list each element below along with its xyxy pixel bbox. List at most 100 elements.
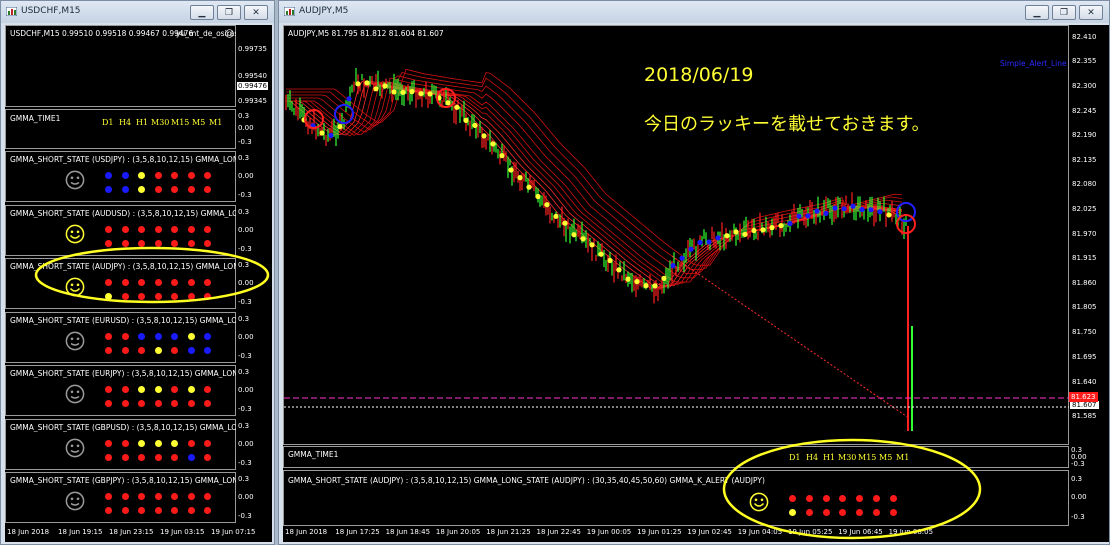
close-button[interactable]: ✕ (1079, 5, 1103, 20)
axis-label: -0.3 (1071, 513, 1085, 521)
gmma-time-title: GMMA_TIME1 (10, 114, 61, 123)
state-dot (121, 400, 129, 407)
gmma-marker (859, 206, 865, 213)
state-dot (187, 493, 195, 500)
state-dot (171, 453, 178, 461)
time-label: 18 Jun 21:25 (486, 528, 531, 536)
gmma-marker (598, 251, 604, 257)
price-label: 81.750 (1072, 328, 1097, 336)
restore-button[interactable]: ❐ (217, 5, 241, 20)
gmma-marker (661, 275, 667, 281)
time-label: 19 Jun 00:05 (586, 528, 632, 536)
gmma-marker (823, 210, 829, 216)
pair-state-panel[interactable]: GMMA_SHORT_STATE (GBPJPY) : (3,5,8,10,12… (5, 472, 236, 523)
minimize-button[interactable]: ▁ (190, 5, 214, 20)
state-dot (138, 453, 145, 461)
state-dot (204, 386, 211, 393)
minimize-icon: ▁ (198, 8, 206, 18)
state-dot (171, 400, 178, 407)
gmma-marker (589, 242, 595, 248)
minimize-button[interactable]: ▁ (1025, 5, 1049, 20)
gmma-marker (652, 283, 658, 289)
gmma-marker (670, 263, 676, 269)
price-label: 82.245 (1072, 107, 1097, 115)
pair-state-panel[interactable]: GMMA_SHORT_STATE (EURUSD) : (3,5,8,10,12… (5, 311, 236, 363)
audjpy-main-panel[interactable]: AUDJPY,M5 81.795 81.812 81.604 81.607 Si… (283, 25, 1070, 445)
current-price-tag: 81.607 (1070, 401, 1099, 409)
right-time-panel-axis: 0.3 0.00 -0.3 (1069, 446, 1109, 468)
left-chart-window[interactable]: USDCHF,M15 ▁ ❐ ✕ USDCHF,M15 0.99510 0.99… (0, 0, 275, 545)
gmma-marker (517, 175, 523, 181)
axis-label: -0.3 (238, 405, 252, 413)
axis-label: -0.3 (238, 351, 252, 360)
price-label: 0.99735 (238, 45, 267, 53)
axis-label: 0.00 (238, 332, 254, 341)
state-dot (121, 507, 129, 514)
pair-panel-axis: 0.3 0.00 -0.3 (236, 365, 272, 416)
pair-state-panel[interactable]: GMMA_SHORT_STATE (USDJPY) : (3,5,8,10,12… (5, 151, 236, 202)
right-chart-area[interactable]: AUDJPY,M5 81.795 81.812 81.604 81.607 Si… (283, 25, 1109, 542)
pair-panel-title: GMMA_SHORT_STATE (USDJPY) : (3,5,8,10,12… (10, 155, 236, 164)
state-dot (154, 172, 162, 179)
restore-button[interactable]: ❐ (1052, 5, 1076, 20)
state-dot (204, 172, 211, 179)
sad-face-icon (65, 331, 85, 351)
state-dot (105, 225, 112, 233)
restore-icon: ❐ (1059, 8, 1069, 18)
gmma-marker (805, 213, 811, 219)
pair-panel-title: GMMA_SHORT_STATE (AUDUSD) : (3,5,8,10,12… (10, 208, 236, 218)
state-dot (154, 186, 162, 193)
gmma-marker (553, 213, 559, 219)
left-time-axis: 18 Jun 2018 18 Jun 19:15 18 Jun 23:15 19… (5, 526, 272, 540)
right-chart-window[interactable]: AUDJPY,M5 ▁ ❐ ✕ AUDJPY,M5 81.795 81.812 … (278, 0, 1110, 545)
audjpy-price-axis: 82.410 82.355 82.300 82.245 82.190 82.135 82.0… (1069, 25, 1109, 445)
state-dot (171, 493, 178, 500)
price-label: 82.410 (1072, 33, 1097, 41)
left-window-titlebar[interactable]: USDCHF,M15 ▁ ❐ ✕ (1, 1, 274, 23)
close-button[interactable]: ✕ (244, 5, 268, 20)
left-gmma-time-panel[interactable]: GMMA_TIME1 D1 H4 H1 M30 M15 M5 M1 (5, 109, 236, 149)
price-candles (284, 68, 1070, 431)
axis-label: 0.00 (238, 172, 254, 180)
time-label: 19 Jun 01:25 (637, 528, 682, 536)
gmma-marker (616, 267, 622, 273)
usdchf-main-panel[interactable]: USDCHF,M15 0.99510 0.99518 0.99467 0.994… (5, 25, 243, 107)
gmma-marker (391, 89, 397, 95)
state-dot (204, 493, 211, 500)
timeframe-labels: D1 H4 H1 M30 M15 M5 M1 (102, 118, 223, 127)
state-dot (154, 332, 162, 340)
state-dot (187, 186, 195, 193)
smile-icon (225, 29, 234, 38)
left-time-panel-axis: 0.3 0.00 -0.3 (236, 109, 272, 149)
pair-panel-axis: 0.3 0.00 -0.3 (236, 472, 272, 523)
time-label: 19 Jun 03:15 (160, 528, 205, 536)
state-dot (187, 386, 195, 393)
right-time-axis: 18 Jun 2018 18 Jun 17:25 18 Jun 18:45 18 Ju… (283, 526, 1109, 540)
left-chart-area[interactable]: USDCHF,M15 0.99510 0.99518 0.99467 0.994… (5, 25, 272, 542)
gmma-marker (373, 86, 379, 92)
price-label: 81.860 (1072, 279, 1097, 287)
timeframe-label: M15 (171, 118, 190, 127)
axis-label: 0.00 (238, 493, 254, 501)
price-label: 82.025 (1072, 205, 1097, 213)
axis-label: 0.3 (238, 475, 250, 483)
sad-face-icon (65, 384, 85, 404)
pair-state-panel[interactable]: GMMA_SHORT_STATE (EURJPY) : (3,5,8,10,12… (5, 365, 236, 416)
gmma-marker (778, 223, 784, 229)
pair-state-panel[interactable]: GMMA_SHORT_STATE (GBPUSD) : (3,5,8,10,12… (5, 418, 236, 470)
trend-line[interactable] (671, 255, 910, 419)
right-window-titlebar[interactable]: AUDJPY,M5 ▁ ❐ ✕ (279, 1, 1109, 23)
annotation-message: 今日のラッキーを載せておきます。 (644, 114, 930, 135)
axis-label: 0.3 (238, 368, 250, 376)
gmma-marker (463, 117, 469, 123)
gmma-marker (409, 89, 415, 95)
axis-label: 0.00 (238, 439, 254, 448)
axis-label: -0.3 (238, 458, 252, 467)
close-icon: ✕ (252, 8, 260, 18)
time-label: 18 Jun 17:25 (335, 528, 380, 536)
gmma-marker (319, 130, 325, 136)
time-label: 18 Jun 2018 (285, 528, 328, 536)
axis-label: -0.3 (238, 512, 252, 520)
state-dot (154, 225, 162, 233)
gmma-marker (472, 122, 478, 128)
